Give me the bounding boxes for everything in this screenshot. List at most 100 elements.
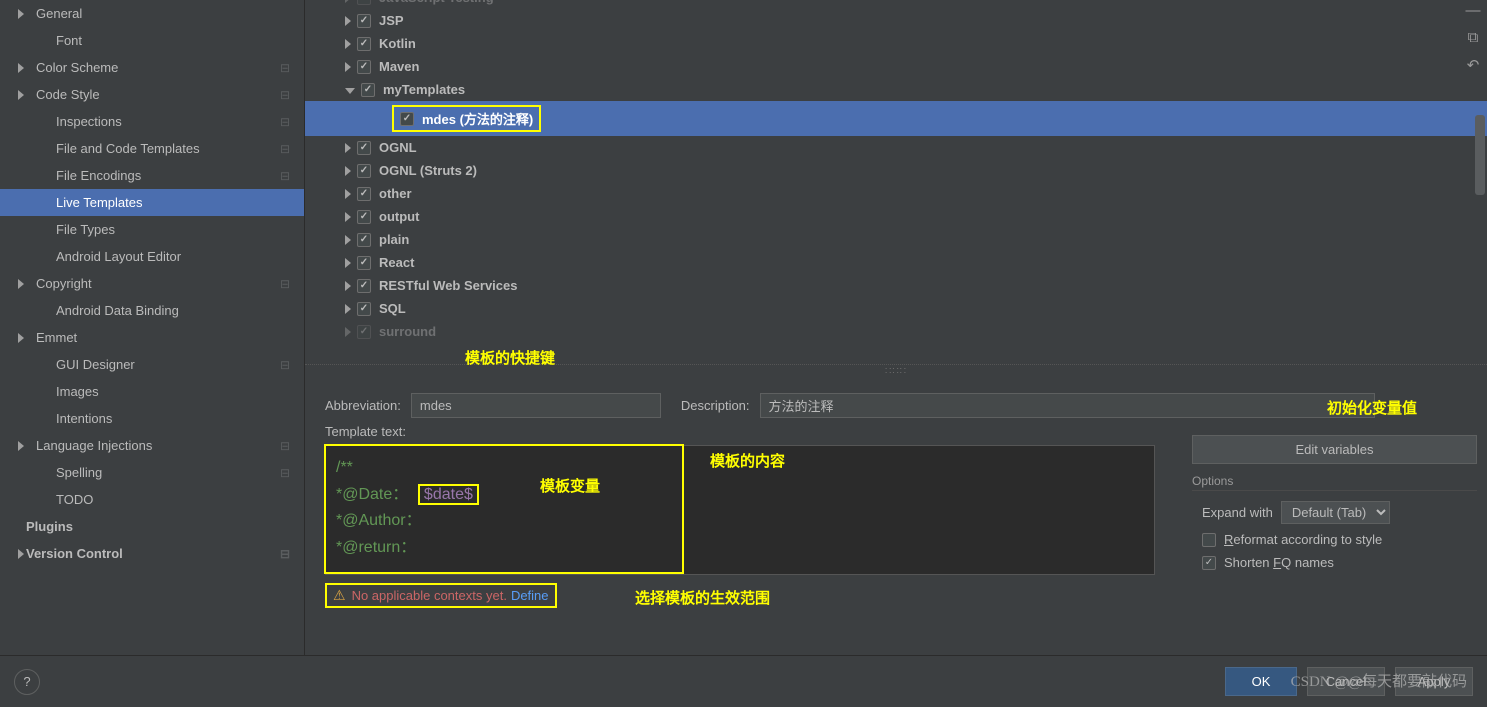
sidebar-item-spelling[interactable]: Spelling⊟: [0, 459, 304, 486]
scope-icon: ⊟: [280, 358, 290, 372]
scope-icon: ⊟: [280, 169, 290, 183]
ok-button[interactable]: OK: [1225, 667, 1297, 696]
sidebar-item-font[interactable]: Font: [0, 27, 304, 54]
tree-checkbox[interactable]: [357, 210, 371, 224]
tree-checkbox[interactable]: [357, 187, 371, 201]
tree-item-kotlin[interactable]: Kotlin: [305, 32, 1487, 55]
options-group: Options Expand with Default (Tab) Reform…: [1192, 474, 1477, 570]
tree-item-jsp[interactable]: JSP: [305, 9, 1487, 32]
abbreviation-input[interactable]: [411, 393, 661, 418]
tree-item-output[interactable]: output: [305, 205, 1487, 228]
sidebar-item-inspections[interactable]: Inspections⊟: [0, 108, 304, 135]
chevron-right-icon: [345, 304, 351, 314]
sidebar-item-label: Inspections: [56, 114, 122, 129]
sidebar-item-general[interactable]: General: [0, 0, 304, 27]
sidebar-item-gui-designer[interactable]: GUI Designer⊟: [0, 351, 304, 378]
sidebar-item-color-scheme[interactable]: Color Scheme⊟: [0, 54, 304, 81]
define-link[interactable]: Define: [511, 588, 549, 603]
expand-with-select[interactable]: Default (Tab): [1281, 501, 1390, 524]
template-text-editor[interactable]: /** *@Date： $date$ *@Author： *@return：: [325, 445, 1155, 575]
tree-item-javascript-testing[interactable]: JavaScript Testing: [305, 0, 1487, 9]
tree-item-label: JavaScript Testing: [379, 0, 494, 5]
tree-checkbox[interactable]: [357, 0, 371, 5]
tree-item-mdes-[interactable]: mdes (方法的注释): [305, 101, 1487, 136]
tree-checkbox[interactable]: [357, 141, 371, 155]
sidebar-item-images[interactable]: Images: [0, 378, 304, 405]
sidebar-item-label: Images: [56, 384, 99, 399]
tree-item-label: JSP: [379, 13, 404, 28]
scope-icon: ⊟: [280, 142, 290, 156]
tree-checkbox[interactable]: [357, 164, 371, 178]
sidebar-item-language-injections[interactable]: Language Injections⊟: [0, 432, 304, 459]
tree-item-ognl-struts-2-[interactable]: OGNL (Struts 2): [305, 159, 1487, 182]
template-editor: ∷∷∷ 模板的快捷键 Abbreviation: Description: Te…: [305, 365, 1487, 655]
scrollbar-thumb[interactable]: [1475, 115, 1485, 195]
sidebar-item-label: Spelling: [56, 465, 102, 480]
help-button[interactable]: ?: [14, 669, 40, 695]
sidebar-item-file-and-code-templates[interactable]: File and Code Templates⊟: [0, 135, 304, 162]
tree-toolbar: — ⧉ ↶: [1463, 2, 1483, 74]
sidebar-item-label: Language Injections: [36, 438, 152, 453]
tree-checkbox[interactable]: [357, 60, 371, 74]
sidebar-item-plugins[interactable]: Plugins: [0, 513, 304, 540]
tree-checkbox[interactable]: [361, 83, 375, 97]
reformat-label: Reformat according to style: [1224, 532, 1382, 547]
sidebar-item-label: Emmet: [36, 330, 77, 345]
sidebar-item-emmet[interactable]: Emmet: [0, 324, 304, 351]
shorten-fq-checkbox[interactable]: [1202, 556, 1216, 570]
sidebar-item-file-types[interactable]: File Types: [0, 216, 304, 243]
sidebar-item-intentions[interactable]: Intentions: [0, 405, 304, 432]
tree-item-maven[interactable]: Maven: [305, 55, 1487, 78]
tree-checkbox[interactable]: [357, 302, 371, 316]
reformat-checkbox[interactable]: [1202, 533, 1216, 547]
resizer-grip[interactable]: ∷∷∷: [885, 366, 907, 377]
tree-checkbox[interactable]: [357, 37, 371, 51]
tree-checkbox[interactable]: [400, 112, 414, 126]
sidebar-item-label: TODO: [56, 492, 93, 507]
undo-icon[interactable]: ↶: [1463, 56, 1483, 74]
sidebar-item-todo[interactable]: TODO: [0, 486, 304, 513]
tree-item-label: surround: [379, 324, 436, 339]
apply-button[interactable]: Apply: [1395, 667, 1473, 696]
sidebar-item-android-data-binding[interactable]: Android Data Binding: [0, 297, 304, 324]
sidebar-item-file-encodings[interactable]: File Encodings⊟: [0, 162, 304, 189]
tree-checkbox[interactable]: [357, 279, 371, 293]
copy-icon[interactable]: ⧉: [1463, 29, 1483, 46]
sidebar-item-label: Color Scheme: [36, 60, 118, 75]
description-label: Description:: [681, 398, 750, 413]
sidebar-item-label: Code Style: [36, 87, 100, 102]
tree-checkbox[interactable]: [357, 325, 371, 339]
tree-checkbox[interactable]: [357, 233, 371, 247]
minus-icon[interactable]: —: [1463, 2, 1483, 19]
tree-item-sql[interactable]: SQL: [305, 297, 1487, 320]
sidebar-item-android-layout-editor[interactable]: Android Layout Editor: [0, 243, 304, 270]
chevron-right-icon: [18, 279, 24, 289]
cancel-button[interactable]: Cancel: [1307, 667, 1385, 696]
code-line-2a: *@Date：: [336, 486, 408, 503]
scope-icon: ⊟: [280, 88, 290, 102]
settings-sidebar[interactable]: GeneralFontColor Scheme⊟Code Style⊟Inspe…: [0, 0, 305, 655]
tree-checkbox[interactable]: [357, 256, 371, 270]
sidebar-item-label: Intentions: [56, 411, 112, 426]
sidebar-item-copyright[interactable]: Copyright⊟: [0, 270, 304, 297]
chevron-right-icon: [18, 441, 24, 451]
sidebar-item-code-style[interactable]: Code Style ⊟: [0, 81, 304, 108]
template-tree[interactable]: JavaScript Testing JSP KotlinMavenmyTempla…: [305, 0, 1487, 365]
sidebar-item-label: Font: [56, 33, 82, 48]
edit-variables-button[interactable]: Edit variables: [1192, 435, 1477, 464]
tree-checkbox[interactable]: [357, 14, 371, 28]
tree-item-surround[interactable]: surround: [305, 320, 1487, 343]
scope-icon: ⊟: [280, 547, 290, 561]
sidebar-item-live-templates[interactable]: Live Templates: [0, 189, 304, 216]
description-input[interactable]: [760, 393, 1375, 418]
tree-item-mytemplates[interactable]: myTemplates: [305, 78, 1487, 101]
sidebar-item-version-control[interactable]: Version Control⊟: [0, 540, 304, 567]
scope-icon: ⊟: [280, 277, 290, 291]
chevron-right-icon: [345, 16, 351, 26]
tree-item-react[interactable]: React: [305, 251, 1487, 274]
tree-item-restful-web-services[interactable]: RESTful Web Services: [305, 274, 1487, 297]
tree-item-ognl[interactable]: OGNL: [305, 136, 1487, 159]
tree-item-other[interactable]: other: [305, 182, 1487, 205]
tree-item-plain[interactable]: plain: [305, 228, 1487, 251]
chevron-right-icon: [345, 281, 351, 291]
